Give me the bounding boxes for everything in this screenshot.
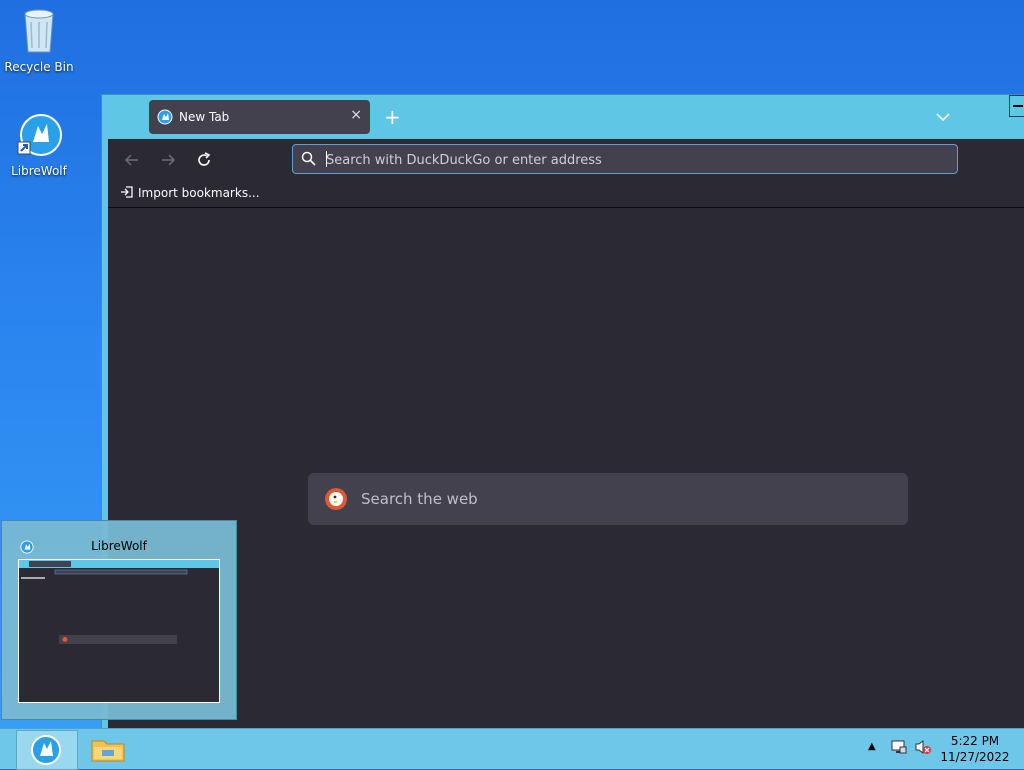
taskbar-librewolf-button[interactable]	[16, 730, 78, 770]
search-web-box[interactable]: Search the web	[308, 473, 908, 525]
librewolf-favicon-icon	[157, 109, 173, 128]
file-explorer-icon[interactable]	[88, 733, 128, 769]
desktop-icon-recycle-bin[interactable]: Recycle Bin	[3, 6, 75, 74]
preview-title: LibreWolf	[91, 539, 147, 553]
system-clock[interactable]: 5:22 PM 11/27/2022	[940, 733, 1010, 765]
address-input[interactable]	[324, 148, 948, 172]
desktop-icon-label: Recycle Bin	[4, 60, 74, 74]
librewolf-icon	[30, 734, 62, 770]
network-icon[interactable]	[890, 739, 908, 759]
desktop-icon-librewolf[interactable]: LibreWolf	[3, 112, 75, 178]
back-arrow-icon[interactable]	[123, 151, 141, 169]
minimize-button[interactable]	[1009, 95, 1024, 117]
search-web-placeholder: Search the web	[361, 490, 478, 508]
clock-time: 5:22 PM	[950, 734, 1000, 748]
import-bookmarks-label: Import bookmarks...	[138, 186, 260, 200]
bookmarks-toolbar: Import bookmarks...	[108, 181, 1024, 208]
search-icon	[301, 151, 316, 170]
desktop-icon-label: LibreWolf	[11, 164, 67, 178]
tab-new-tab[interactable]: New Tab ×	[149, 100, 370, 134]
import-bookmarks-button[interactable]: Import bookmarks...	[120, 185, 260, 202]
reload-icon[interactable]	[195, 151, 213, 169]
recycle-bin-icon	[3, 6, 75, 57]
browser-window: New Tab × + Search with DuckDuckGo or en…	[101, 94, 1024, 731]
new-tab-button[interactable]: +	[384, 105, 401, 129]
duckduckgo-icon	[324, 487, 348, 515]
text-caret	[326, 151, 327, 167]
new-tab-page: Search the web	[108, 208, 1024, 731]
address-bar[interactable]	[292, 144, 958, 174]
clock-date: 11/27/2022	[940, 750, 1010, 764]
nav-toolbar	[108, 139, 1024, 181]
volume-muted-icon[interactable]	[914, 739, 932, 759]
chevron-down-icon[interactable]	[936, 107, 950, 126]
taskbar: ▲ 5:22 PM 11/27/2022	[0, 728, 1024, 770]
import-icon	[120, 185, 134, 202]
forward-arrow-icon[interactable]	[159, 151, 177, 169]
taskbar-thumbnail-preview[interactable]: LibreWolf	[1, 520, 237, 720]
preview-thumbnail-image	[18, 559, 220, 703]
close-tab-icon[interactable]: ×	[350, 107, 362, 123]
tab-strip: New Tab × +	[102, 95, 1024, 139]
librewolf-icon	[3, 112, 75, 161]
show-hidden-icons-button[interactable]: ▲	[868, 741, 876, 752]
browser-content-frame: Import bookmarks... Search the web	[108, 139, 1024, 731]
tab-title: New Tab	[179, 110, 230, 124]
